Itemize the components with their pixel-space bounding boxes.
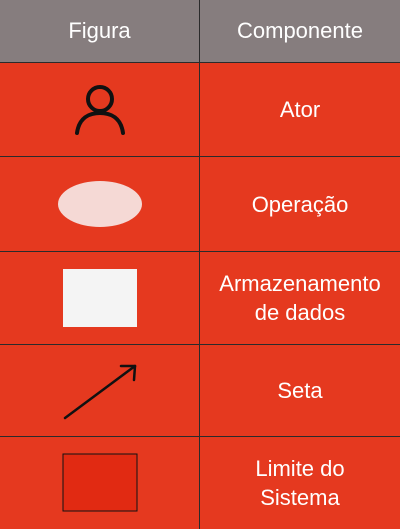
componente-cell-armazenamento: Armazenamento de dados	[200, 252, 400, 345]
componente-label-armazenamento: Armazenamento de dados	[219, 271, 381, 325]
rectangle-icon	[62, 269, 137, 327]
figura-cell-operacao	[0, 157, 200, 252]
system-boundary-icon	[62, 453, 137, 512]
figura-cell-limite	[0, 437, 200, 529]
legend-table: Figura Componente Ator Operação Armazena…	[0, 0, 400, 529]
arrow-icon	[63, 364, 136, 419]
componente-cell-limite: Limite do Sistema	[200, 437, 400, 529]
figura-cell-seta	[0, 345, 200, 437]
componente-cell-seta: Seta	[200, 345, 400, 437]
figura-cell-ator	[0, 63, 200, 157]
figura-cell-armazenamento	[0, 252, 200, 345]
componente-label-seta: Seta	[277, 378, 323, 403]
ellipse-icon	[57, 181, 142, 227]
header-figura: Figura	[0, 0, 200, 63]
header-componente: Componente	[200, 0, 400, 63]
componente-label-limite: Limite do Sistema	[255, 456, 345, 510]
componente-cell-operacao: Operação	[200, 157, 400, 252]
componente-cell-ator: Ator	[200, 63, 400, 157]
header-figura-label: Figura	[68, 18, 131, 43]
componente-label-ator: Ator	[279, 97, 321, 122]
componente-label-operacao: Operação	[251, 191, 349, 217]
actor-icon	[74, 84, 125, 135]
header-componente-label: Componente	[237, 18, 363, 43]
